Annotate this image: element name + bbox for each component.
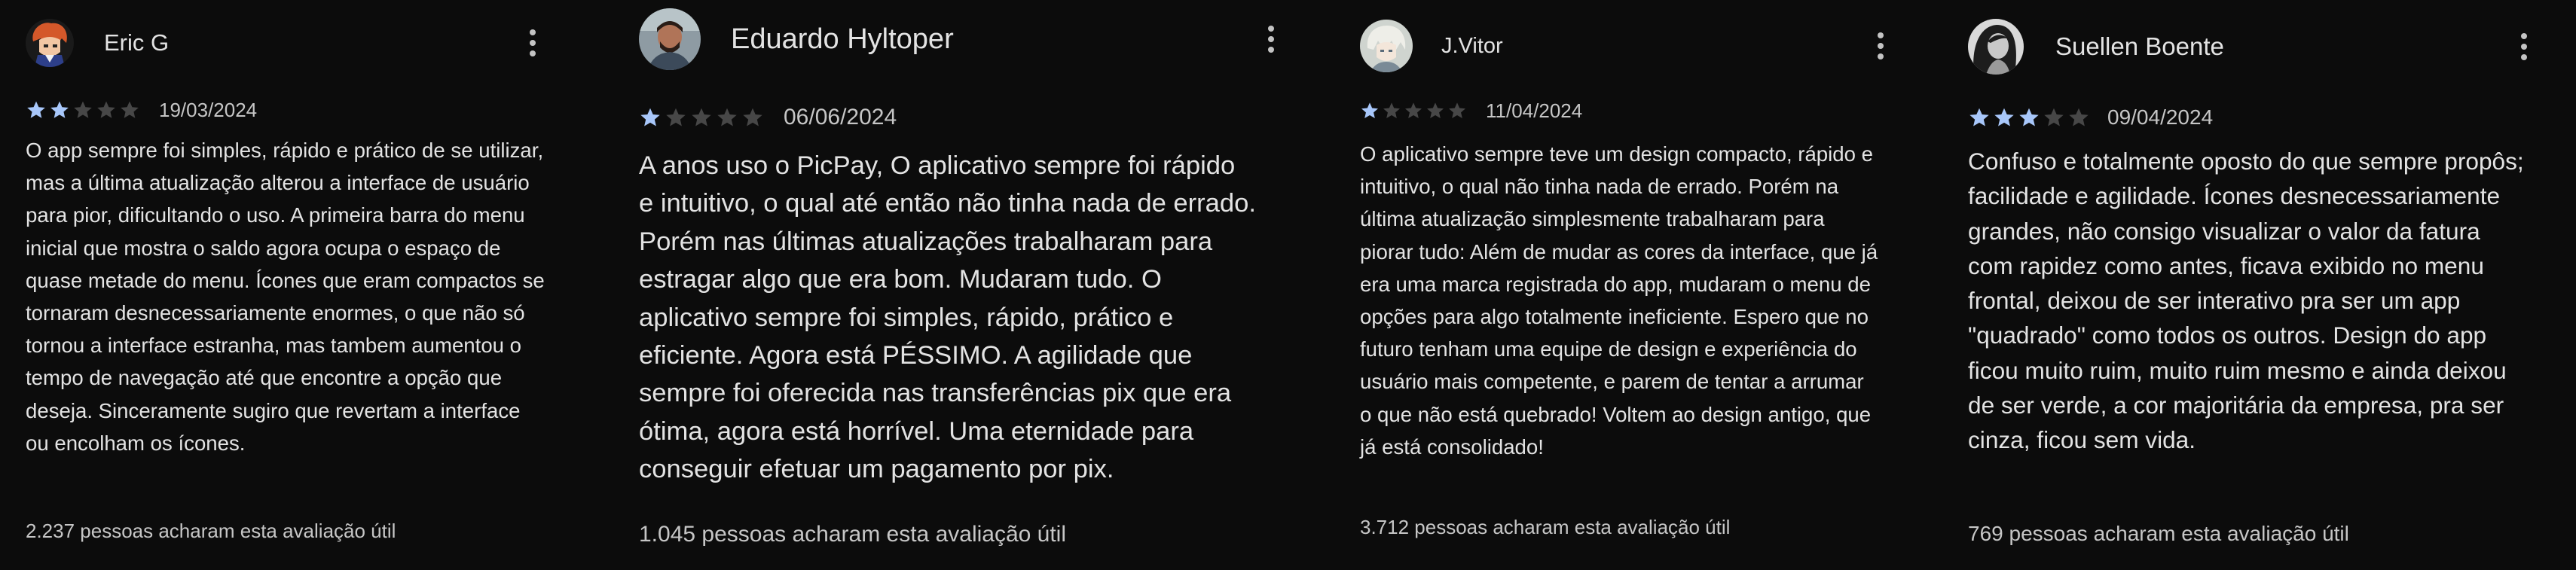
photo-avatar-icon — [639, 8, 701, 70]
more-vert-icon[interactable] — [1869, 29, 1892, 62]
star-rating — [639, 106, 767, 129]
star-icon — [1969, 108, 1989, 126]
review-card: Eduardo Hyltoper 06/06/2024 A anos uso o… — [639, 0, 1279, 570]
cartoon-avatar-icon — [26, 19, 74, 67]
star-icon — [692, 108, 711, 126]
review-text: O aplicativo sempre teve um design compa… — [1360, 142, 1878, 459]
review-header: Eduardo Hyltoper — [639, 7, 1279, 72]
helpful-count: 769 pessoas acharam esta avaliação útil — [1968, 522, 2349, 545]
review-author-name: Eric G — [104, 29, 170, 56]
star-icon — [1427, 102, 1444, 118]
review-header: Suellen Boente — [1968, 18, 2532, 75]
review-date: 19/03/2024 — [159, 98, 258, 121]
review-date: 11/04/2024 — [1486, 99, 1583, 122]
rating-row: 09/04/2024 — [1968, 104, 2213, 131]
portrait-avatar-icon — [1968, 19, 2024, 75]
star-icon — [1994, 108, 2014, 126]
star-icon — [717, 108, 737, 126]
review-date: 06/06/2024 — [784, 105, 897, 130]
star-icon — [2019, 108, 2039, 126]
review-card: Suellen Boente 09/04/2024 Confuso e tota… — [1968, 0, 2532, 570]
review-text: Confuso e totalmente oposto do que sempr… — [1968, 148, 2524, 454]
star-icon — [97, 101, 115, 118]
star-icon — [1361, 102, 1378, 118]
star-icon — [1383, 102, 1400, 118]
star-icon — [1405, 102, 1422, 118]
review-author-name: Eduardo Hyltoper — [731, 23, 954, 55]
review-card: J.Vitor 11/04/2024 O aplicativo sempre t… — [1360, 0, 1888, 570]
star-rating — [26, 99, 142, 120]
star-icon — [640, 108, 660, 126]
review-header: J.Vitor — [1360, 20, 1888, 72]
star-icon — [1449, 102, 1465, 118]
star-icon — [666, 108, 686, 126]
review-author-name: J.Vitor — [1441, 33, 1503, 58]
more-vert-icon[interactable] — [2513, 30, 2535, 63]
star-icon — [50, 101, 69, 118]
rating-row: 11/04/2024 — [1360, 98, 1582, 123]
star-icon — [2044, 108, 2064, 126]
star-icon — [74, 101, 92, 118]
more-vert-icon[interactable] — [1260, 23, 1282, 56]
review-text: A anos uso o PicPay, O aplicativo sempre… — [639, 151, 1256, 484]
star-icon — [2069, 108, 2089, 126]
helpful-count: 1.045 pessoas acharam esta avaliação úti… — [639, 522, 1067, 547]
review-date: 09/04/2024 — [2107, 105, 2214, 129]
review-header: Eric G — [26, 17, 571, 69]
review-author-name: Suellen Boente — [2055, 32, 2224, 60]
review-card: Eric G 19/03/2024 O app sempre foi simpl… — [26, 0, 571, 570]
star-icon — [121, 101, 139, 118]
star-rating — [1968, 106, 2092, 129]
rating-row: 19/03/2024 — [26, 96, 257, 123]
star-rating — [1360, 101, 1469, 120]
helpful-count: 3.712 pessoas acharam esta avaliação úti… — [1360, 516, 1731, 538]
review-text: O app sempre foi simples, rápido e práti… — [26, 139, 545, 455]
rating-row: 06/06/2024 — [639, 103, 897, 132]
star-icon — [743, 108, 762, 126]
more-vert-icon[interactable] — [521, 26, 544, 59]
helpful-count: 2.237 pessoas acharam esta avaliação úti… — [26, 520, 396, 542]
anime-avatar-icon — [1360, 20, 1413, 72]
star-icon — [27, 101, 45, 118]
